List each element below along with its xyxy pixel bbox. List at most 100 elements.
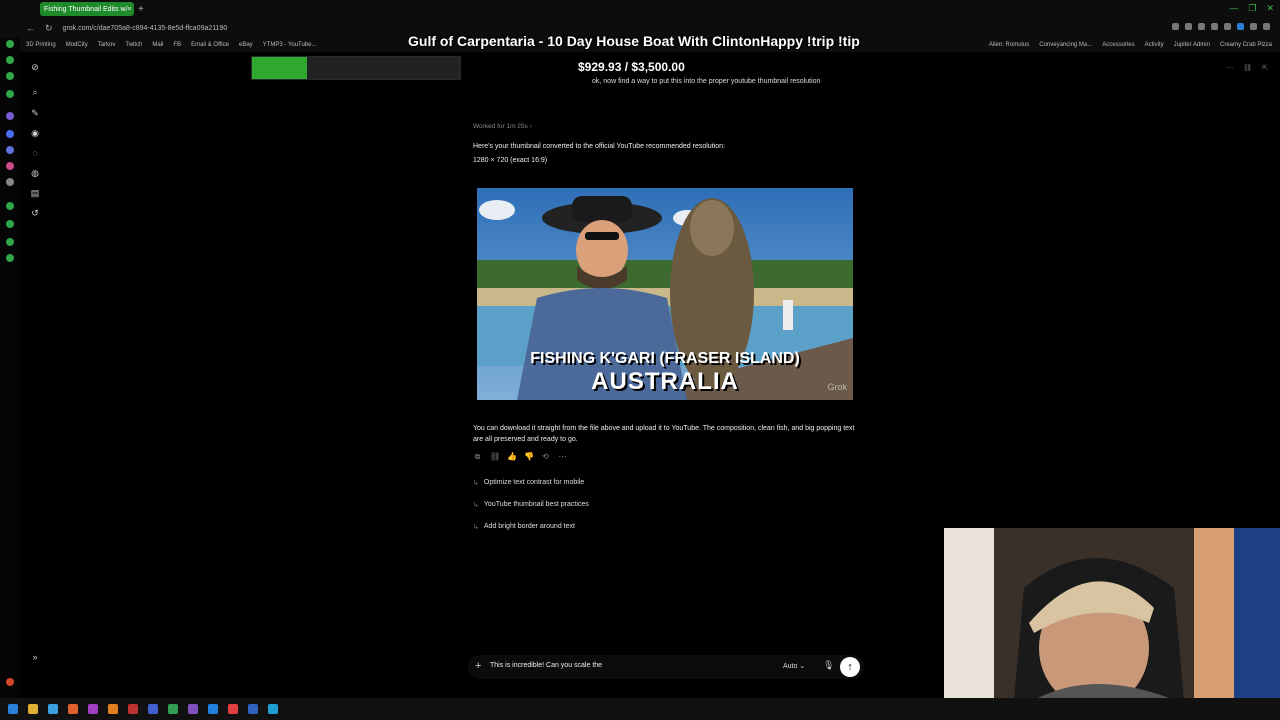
taskbar-app-icon[interactable] [128, 704, 138, 714]
message-composer[interactable]: + This is incredible! Can you scale the … [468, 655, 864, 679]
thumbnail-image[interactable]: FISHING K'GARI (FRASER ISLAND) AUSTRALIA… [477, 188, 853, 400]
donation-progress-bar [251, 56, 461, 80]
taskbar-app-icon[interactable] [188, 704, 198, 714]
bookmark-item[interactable]: Accessories [1102, 42, 1134, 48]
thumbs-up-icon[interactable]: 👍 [507, 452, 517, 462]
bookmark-item[interactable]: Activity [1145, 42, 1164, 48]
extension-icon[interactable] [1185, 23, 1192, 30]
bookmark-item[interactable]: Jupiter Admin [1174, 42, 1210, 48]
taskbar-app-icon[interactable] [168, 704, 178, 714]
rail-app-icon[interactable] [6, 112, 14, 120]
tab-title: Fishing Thumbnail Edits w/ [44, 5, 128, 13]
bookmark-item[interactable]: Alien: Romulus [989, 42, 1029, 48]
start-icon[interactable] [8, 704, 18, 714]
imagine-icon[interactable]: ◍ [28, 166, 42, 180]
taskbar-app-icon[interactable] [268, 704, 278, 714]
mode-selector[interactable]: Auto ⌄ [783, 662, 805, 670]
rail-app-icon[interactable] [6, 162, 14, 170]
webcam-scene [944, 528, 1280, 700]
taskbar-app-icon[interactable] [48, 704, 58, 714]
bookmark-item[interactable]: FB [173, 42, 181, 48]
rail-app-icon[interactable] [6, 72, 14, 80]
extension-icon[interactable] [1211, 23, 1218, 30]
response-resolution: 1280 × 720 (exact 16:9) [473, 157, 548, 164]
bookmark-item[interactable]: 3D Printing [26, 42, 56, 48]
bookmark-item[interactable]: YTMP3 - YouTube... [263, 42, 317, 48]
taskbar-app-icon[interactable] [28, 704, 38, 714]
worked-for-toggle[interactable]: Worked for 1m 25s › [473, 123, 532, 130]
extension-icon[interactable] [1198, 23, 1205, 30]
copy-icon[interactable]: ⧉ [473, 452, 482, 462]
webcam-overlay [944, 528, 1280, 700]
rail-app-icon[interactable] [6, 238, 14, 246]
history-icon[interactable]: ↺ [28, 206, 42, 220]
rail-app-icon[interactable] [6, 254, 14, 262]
bookmark-item[interactable]: eBay [239, 42, 253, 48]
projects-icon[interactable]: ▤ [28, 186, 42, 200]
extension-icons [1172, 23, 1270, 30]
extension-icon[interactable] [1263, 23, 1270, 30]
bookmark-item[interactable]: Twitch [125, 42, 142, 48]
window-controls: — ❐ ✕ [1229, 3, 1274, 14]
rail-app-icon[interactable] [6, 678, 14, 686]
share-icon[interactable]: ⇱ [1262, 64, 1268, 72]
attach-icon[interactable]: + [475, 660, 481, 672]
taskbar-app-icon[interactable] [228, 704, 238, 714]
link-icon[interactable]: ⛓ [1243, 64, 1252, 72]
bookmark-item[interactable]: ModCity [66, 42, 88, 48]
rail-app-icon[interactable] [6, 40, 14, 48]
back-icon[interactable]: ← [26, 23, 35, 33]
rail-app-icon[interactable] [6, 220, 14, 228]
taskbar-app-icon[interactable] [148, 704, 158, 714]
taskbar-app-icon[interactable] [108, 704, 118, 714]
url-field[interactable]: grok.com/c/dae705a8-c894-4135-8e5d-ffca0… [63, 25, 228, 32]
voice-icon[interactable]: ◉ [28, 126, 42, 140]
bookmark-item[interactable]: Mail [152, 42, 163, 48]
share-link-icon[interactable]: ⛓ [490, 452, 500, 462]
tab-active[interactable]: Fishing Thumbnail Edits w/ × [40, 2, 134, 16]
reload-icon[interactable]: ↻ [45, 23, 53, 34]
rail-app-icon[interactable] [6, 56, 14, 64]
grok-logo-icon[interactable]: ⊘ [28, 60, 42, 74]
rail-app-icon[interactable] [6, 202, 14, 210]
extension-icon[interactable] [1224, 23, 1231, 30]
extension-icon[interactable] [1172, 23, 1179, 30]
thumbnail-headline: FISHING K'GARI (FRASER ISLAND) [530, 350, 800, 367]
new-chat-icon[interactable]: ✎ [28, 106, 42, 120]
maximize-icon[interactable]: ❐ [1248, 3, 1256, 14]
extension-icon[interactable] [1237, 23, 1244, 30]
taskbar-app-icon[interactable] [68, 704, 78, 714]
bookmark-item[interactable]: Tarkov [98, 42, 116, 48]
tab-close-icon[interactable]: × [128, 6, 132, 13]
rail-app-icon[interactable] [6, 90, 14, 98]
rail-app-icon[interactable] [6, 146, 14, 154]
minimize-icon[interactable]: — [1229, 3, 1238, 14]
bookmark-item[interactable]: Email & Office [191, 42, 229, 48]
chat-icon[interactable]: ◌ [28, 146, 42, 160]
microphone-icon[interactable]: 🎙 [823, 660, 834, 671]
bookmark-item[interactable]: Conveyancing Ma... [1039, 42, 1092, 48]
response-actions: ⧉ ⛓ 👍 👎 ⟲ ⋯ [473, 452, 567, 462]
taskbar-app-icon[interactable] [208, 704, 218, 714]
taskbar-app-icon[interactable] [248, 704, 258, 714]
send-button[interactable]: ↑ [840, 657, 860, 677]
suggestion-label: YouTube thumbnail best practices [483, 501, 589, 508]
rail-app-icon[interactable] [6, 178, 14, 186]
search-icon[interactable]: ⌕ [28, 85, 42, 99]
rail-app-icon[interactable] [6, 130, 14, 138]
expand-sidebar-icon[interactable]: » [28, 650, 42, 664]
more-icon[interactable]: ⋯ [1226, 64, 1233, 72]
message-input[interactable]: This is incredible! Can you scale the [490, 662, 602, 669]
thumbs-down-icon[interactable]: 👎 [524, 452, 534, 462]
donation-counter: $929.93 / $3,500.00 [578, 60, 685, 74]
more-options-icon[interactable]: ⋯ [558, 452, 567, 462]
close-window-icon[interactable]: ✕ [1266, 3, 1274, 14]
taskbar-app-icon[interactable] [88, 704, 98, 714]
suggestion-item[interactable]: ↳ Add bright border around text [473, 523, 575, 531]
new-tab-button[interactable]: + [138, 4, 144, 15]
extension-icon[interactable] [1250, 23, 1257, 30]
bookmark-item[interactable]: Creamy Crab Pizza [1220, 42, 1272, 48]
suggestion-item[interactable]: ↳ Optimize text contrast for mobile [473, 479, 584, 487]
regenerate-icon[interactable]: ⟲ [541, 452, 550, 462]
suggestion-item[interactable]: ↳ YouTube thumbnail best practices [473, 501, 589, 509]
